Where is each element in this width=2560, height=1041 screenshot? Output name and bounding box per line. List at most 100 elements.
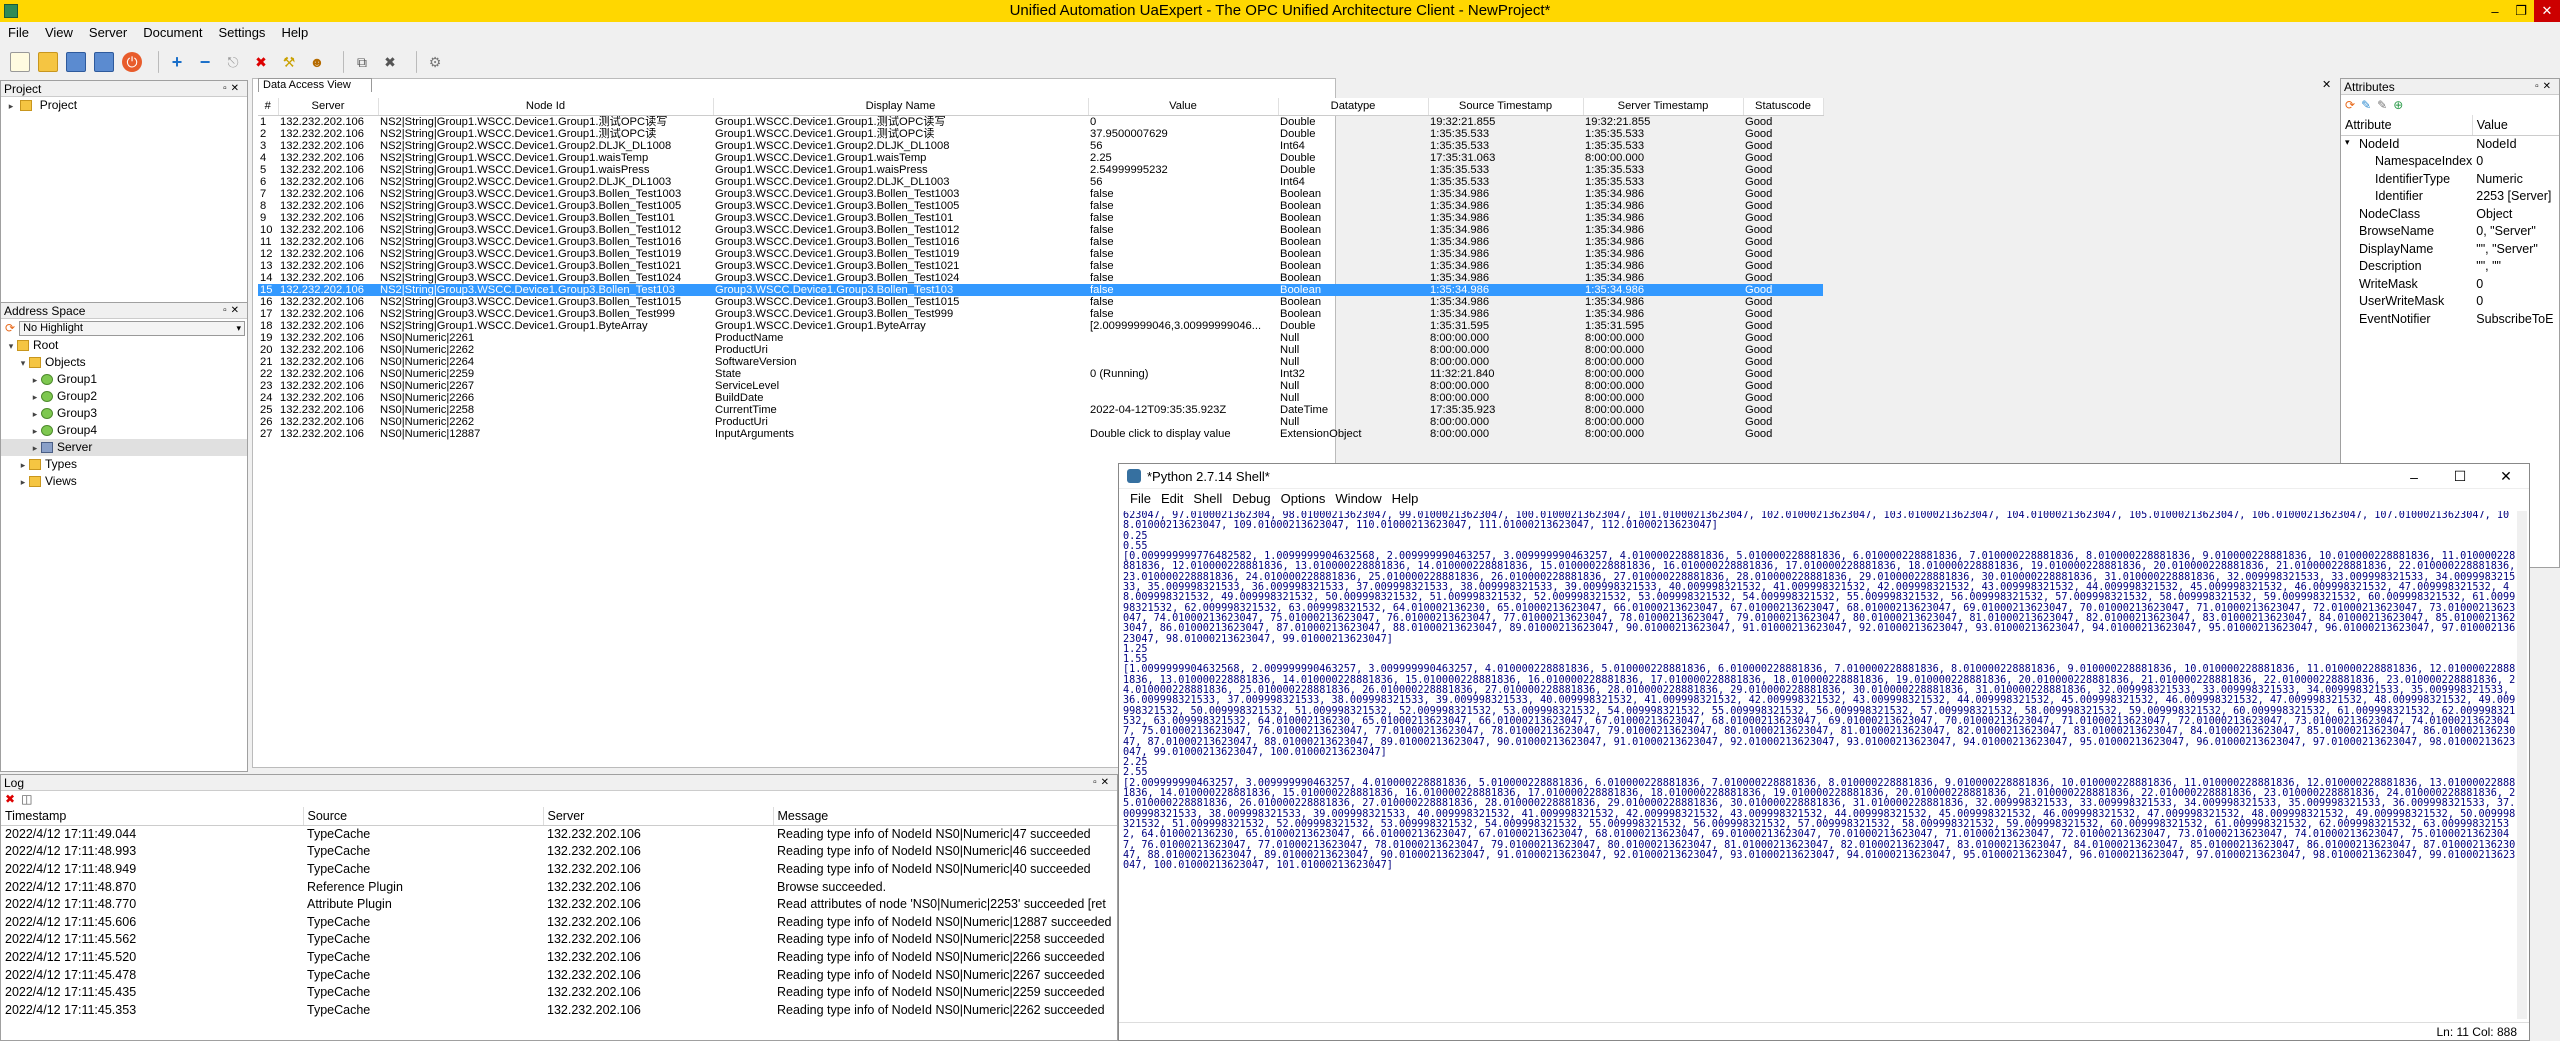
- tree-project-root[interactable]: ▸ Project: [1, 97, 247, 114]
- dav-header-cell[interactable]: Node Id: [378, 98, 714, 116]
- refresh-icon[interactable]: ⟳: [5, 321, 15, 335]
- table-row[interactable]: 15 132.232.202.106 NS2|String|Group3.WSCC.…: [258, 283, 1823, 296]
- expand-icon[interactable]: ▸: [29, 389, 41, 406]
- table-row[interactable]: 2 132.232.202.106 NS2|String|Group1.WSCC.D…: [258, 128, 1823, 140]
- log-row[interactable]: 2022/4/12 17:11:48.870 Reference Plugin 13…: [1, 878, 1117, 896]
- save-as-icon[interactable]: [94, 52, 114, 72]
- table-row[interactable]: 17 132.232.202.106 NS2|String|Group3.WSCC.…: [258, 308, 1823, 320]
- dav-header-cell[interactable]: Value: [1088, 98, 1279, 116]
- tools-icon[interactable]: ⚒: [279, 52, 299, 72]
- settings-icon[interactable]: ⚙: [425, 52, 445, 72]
- dav-header-cell[interactable]: #: [258, 98, 279, 116]
- attribute-row[interactable]: Description "", "": [2341, 258, 2559, 276]
- log-row[interactable]: 2022/4/12 17:11:45.353 TypeCache 132.232.2…: [1, 1001, 1117, 1019]
- menu-settings[interactable]: Settings: [210, 25, 273, 40]
- menu-server[interactable]: Server: [81, 25, 135, 40]
- expand-icon[interactable]: ▸: [29, 440, 41, 457]
- connect-icon[interactable]: ⎋: [223, 52, 243, 72]
- expand-icon[interactable]: ▾: [17, 355, 29, 372]
- tree-item[interactable]: ▸ Server: [1, 439, 247, 456]
- open-project-icon[interactable]: [38, 52, 58, 72]
- shell-menu-shell[interactable]: Shell: [1188, 491, 1227, 506]
- attribute-row[interactable]: EventNotifier SubscribeToE: [2341, 310, 2559, 328]
- delete-icon[interactable]: ✖: [380, 52, 400, 72]
- table-row[interactable]: 13 132.232.202.106 NS2|String|Group3.WSCC.…: [258, 260, 1823, 272]
- add-server-icon[interactable]: +: [167, 52, 187, 72]
- shell-output[interactable]: 623047, 97.0100021362304, 98.01000213623…: [1123, 511, 2519, 1019]
- power-icon[interactable]: ⏻: [122, 52, 142, 72]
- attribute-row[interactable]: NamespaceIndex 0: [2341, 153, 2559, 171]
- expand-icon[interactable]: ▾: [5, 338, 17, 355]
- shell-menu-window[interactable]: Window: [1330, 491, 1386, 506]
- log-row[interactable]: 2022/4/12 17:11:49.044 TypeCache 132.232.2…: [1, 825, 1117, 843]
- add-icon[interactable]: ⊕: [2393, 98, 2403, 112]
- minimize-icon[interactable]: –: [2391, 464, 2437, 489]
- dav-header-cell[interactable]: Datatype: [1278, 98, 1429, 116]
- table-row[interactable]: 6 132.232.202.106 NS2|String|Group2.WSCC.D…: [258, 176, 1823, 188]
- table-row[interactable]: 11 132.232.202.106 NS2|String|Group3.WSCC.…: [258, 236, 1823, 248]
- table-row[interactable]: 21 132.232.202.106 NS0|Numeric|2264 Softwar…: [258, 356, 1823, 368]
- log-header-source[interactable]: Source: [303, 807, 544, 826]
- log-header-timestamp[interactable]: Timestamp: [1, 807, 304, 826]
- table-row[interactable]: 16 132.232.202.106 NS2|String|Group3.WSCC.…: [258, 296, 1823, 308]
- close-icon[interactable]: ✕: [2483, 464, 2529, 489]
- save-icon[interactable]: [66, 52, 86, 72]
- menu-document[interactable]: Document: [135, 25, 210, 40]
- tree-item[interactable]: ▸ Views: [1, 473, 247, 490]
- panel-float-close-icon[interactable]: ▫✕: [1093, 775, 1113, 791]
- attribute-row[interactable]: UserWriteMask 0: [2341, 293, 2559, 311]
- disconnect-icon[interactable]: ✖: [251, 52, 271, 72]
- expand-icon[interactable]: ▸: [29, 406, 41, 423]
- attribute-row[interactable]: ▾ NodeId NodeId: [2341, 135, 2559, 153]
- panel-float-close-icon[interactable]: ▫✕: [223, 81, 243, 97]
- attribute-row[interactable]: DisplayName "", "Server": [2341, 240, 2559, 258]
- maximize-icon[interactable]: ☐: [2437, 464, 2483, 489]
- attribute-row[interactable]: BrowseName 0, "Server": [2341, 223, 2559, 241]
- tree-item[interactable]: ▸ Types: [1, 456, 247, 473]
- new-project-icon[interactable]: [10, 52, 30, 72]
- menu-view[interactable]: View: [37, 25, 81, 40]
- log-row[interactable]: 2022/4/12 17:11:48.993 TypeCache 132.232.2…: [1, 843, 1117, 861]
- table-row[interactable]: 10 132.232.202.106 NS2|String|Group3.WSCC.…: [258, 224, 1823, 236]
- table-row[interactable]: 23 132.232.202.106 NS0|Numeric|2267 Service…: [258, 380, 1823, 392]
- highlight-select[interactable]: No Highlight ▾: [19, 320, 246, 336]
- tree-item[interactable]: ▾ Objects: [1, 354, 247, 371]
- table-row[interactable]: 1 132.232.202.106 NS2|String|Group1.WSCC.D…: [258, 115, 1823, 128]
- log-row[interactable]: 2022/4/12 17:11:48.770 Attribute Plugin 13…: [1, 895, 1117, 913]
- log-row[interactable]: 2022/4/12 17:11:45.435 TypeCache 132.232.2…: [1, 983, 1117, 1001]
- table-row[interactable]: 9 132.232.202.106 NS2|String|Group3.WSCC.D…: [258, 212, 1823, 224]
- log-row[interactable]: 2022/4/12 17:11:45.606 TypeCache 132.232.2…: [1, 913, 1117, 931]
- table-row[interactable]: 18 132.232.202.106 NS2|String|Group1.WSCC.…: [258, 320, 1823, 332]
- attribute-row[interactable]: IdentifierType Numeric: [2341, 170, 2559, 188]
- table-row[interactable]: 27 132.232.202.106 NS0|Numeric|12887 InputA…: [258, 428, 1823, 440]
- tree-item[interactable]: ▾ Root: [1, 337, 247, 354]
- dav-header-cell[interactable]: Server: [278, 98, 379, 116]
- table-row[interactable]: 12 132.232.202.106 NS2|String|Group3.WSCC.…: [258, 248, 1823, 260]
- table-row[interactable]: 8 132.232.202.106 NS2|String|Group3.WSCC.D…: [258, 200, 1823, 212]
- shell-menu-file[interactable]: File: [1125, 491, 1156, 506]
- expand-icon[interactable]: ▸: [17, 457, 29, 474]
- shell-scrollbar[interactable]: [2517, 511, 2527, 1019]
- log-row[interactable]: 2022/4/12 17:11:45.562 TypeCache 132.232.2…: [1, 931, 1117, 949]
- log-row[interactable]: 2022/4/12 17:11:45.520 TypeCache 132.232.2…: [1, 948, 1117, 966]
- attr-header-attribute[interactable]: Attribute: [2341, 115, 2473, 136]
- expand-icon[interactable]: ▸: [5, 98, 17, 115]
- table-row[interactable]: 14 132.232.202.106 NS2|String|Group3.WSCC.…: [258, 272, 1823, 284]
- tree-item[interactable]: ▸ Group2: [1, 388, 247, 405]
- panel-float-close-icon[interactable]: ▫✕: [223, 303, 243, 319]
- panel-float-close-icon[interactable]: ▫✕: [2535, 79, 2555, 95]
- dav-header-cell[interactable]: Statuscode: [1743, 98, 1824, 116]
- expand-icon[interactable]: ▸: [17, 474, 29, 491]
- shell-menu-debug[interactable]: Debug: [1227, 491, 1275, 506]
- log-row[interactable]: 2022/4/12 17:11:45.478 TypeCache 132.232.2…: [1, 966, 1117, 984]
- shell-menu-edit[interactable]: Edit: [1156, 491, 1188, 506]
- table-row[interactable]: 22 132.232.202.106 NS0|Numeric|2259 State 0 …: [258, 368, 1823, 380]
- close-icon[interactable]: ✕: [2534, 0, 2560, 22]
- shell-menu-options[interactable]: Options: [1276, 491, 1331, 506]
- dav-header-cell[interactable]: Source Timestamp: [1428, 98, 1584, 116]
- table-row[interactable]: 7 132.232.202.106 NS2|String|Group3.WSCC.D…: [258, 188, 1823, 200]
- refresh-icon[interactable]: ⟳: [2345, 98, 2355, 112]
- save-log-icon[interactable]: ◫: [21, 792, 32, 806]
- remove-server-icon[interactable]: −: [195, 52, 215, 72]
- table-row[interactable]: 26 132.232.202.106 NS0|Numeric|2262 Product…: [258, 416, 1823, 428]
